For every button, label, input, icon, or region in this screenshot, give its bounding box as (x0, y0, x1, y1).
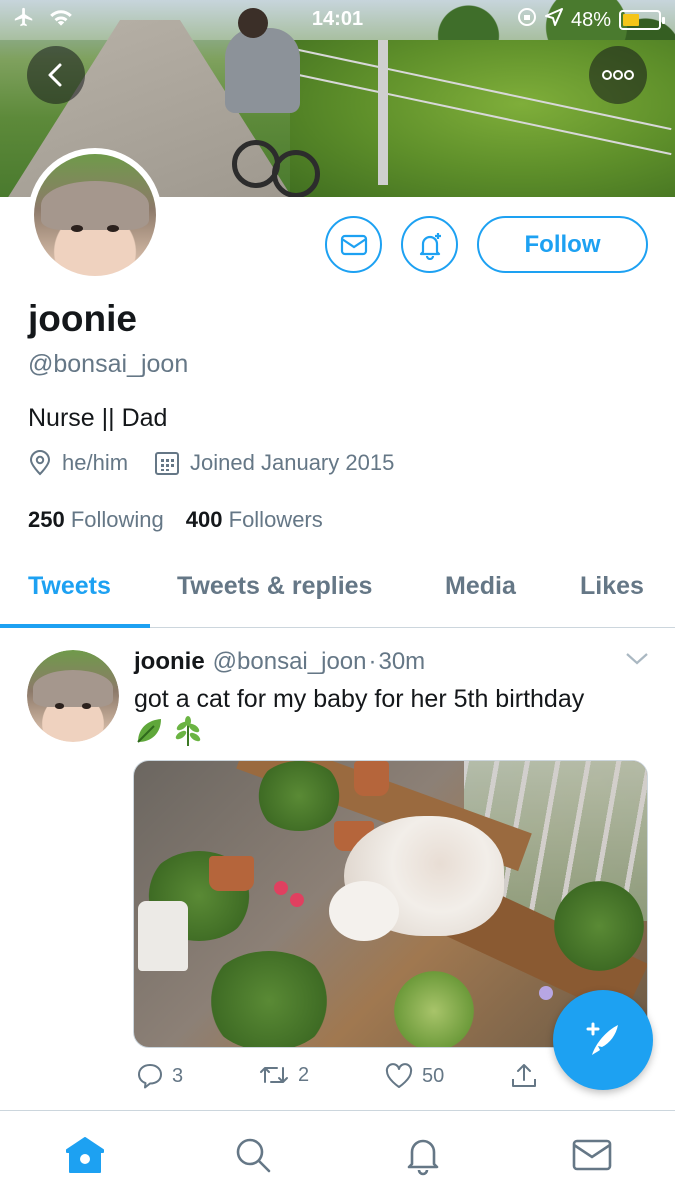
tweet-author-name[interactable]: joonie (134, 648, 205, 676)
banner-bike-wheel (272, 150, 320, 197)
more-options-button[interactable] (589, 46, 647, 104)
notifications-toggle-button[interactable] (401, 216, 458, 273)
tweet-separator: · (368, 648, 377, 675)
photo-pot (209, 856, 254, 891)
share-icon (512, 1064, 536, 1087)
battery-icon (619, 10, 665, 30)
herb-icon (172, 716, 204, 753)
reply-icon (138, 1064, 162, 1089)
message-button[interactable] (325, 216, 382, 273)
profile-avatar[interactable] (28, 148, 162, 282)
notifications-icon (407, 1139, 439, 1176)
chevron-down-icon (626, 653, 648, 665)
profile-tabs: Tweets Tweets & replies Media Likes (0, 560, 675, 628)
chevron-left-icon (48, 63, 62, 87)
share-button[interactable] (510, 1062, 538, 1090)
battery-percent: 48% (570, 8, 611, 31)
profile-joined: Joined January 2015 (154, 450, 394, 476)
followers-count: 400 (185, 507, 223, 532)
profile-pronouns: he/him (62, 450, 129, 475)
profile-handle: @bonsai_joon (28, 350, 189, 378)
search-icon (236, 1138, 271, 1173)
profile-meta: he/him Joined January 2015 (28, 450, 420, 476)
tab-active-indicator (0, 624, 150, 628)
calendar-icon (155, 452, 180, 475)
photo-flower (290, 893, 304, 907)
banner-cyclist (225, 28, 300, 113)
envelope-icon (340, 234, 367, 255)
back-button[interactable] (27, 46, 85, 104)
retweet-button[interactable]: 2 (258, 1062, 309, 1088)
more-dots-icon (602, 70, 634, 80)
like-button[interactable]: 50 (384, 1062, 444, 1090)
tweet-menu-button[interactable] (625, 652, 649, 671)
following-label: Following (70, 507, 164, 532)
compose-tweet-icon (586, 1022, 618, 1055)
bell-plus-icon (419, 232, 441, 260)
retweet-count: 2 (298, 1063, 310, 1086)
nav-search[interactable] (229, 1131, 277, 1179)
followers-link[interactable]: 400 Followers (186, 507, 323, 533)
leaf-icon (134, 716, 164, 753)
like-count: 50 (422, 1064, 445, 1087)
messages-icon (572, 1139, 612, 1171)
nav-messages[interactable] (568, 1131, 616, 1179)
bottom-navigation (0, 1110, 675, 1200)
nav-notifications[interactable] (399, 1131, 447, 1179)
tweet-author-handle: @bonsai_joon (212, 648, 367, 675)
profile-bio: Nurse || Dad (28, 404, 168, 432)
tweet-avatar[interactable] (27, 650, 119, 742)
tab-media[interactable]: Media (445, 572, 516, 601)
photo-lantern (138, 901, 188, 971)
avatar-image (27, 650, 119, 742)
tweet-text: got a cat for my baby for her 5th birthd… (134, 685, 585, 713)
status-right: 48% (517, 7, 665, 33)
tweet-emojis (134, 716, 204, 753)
followers-label: Followers (228, 507, 323, 532)
follow-button[interactable]: Follow (477, 216, 648, 273)
profile-location: he/him (28, 450, 128, 476)
retweet-icon (260, 1067, 288, 1083)
tab-tweets-replies[interactable]: Tweets & replies (177, 572, 372, 601)
tweet-time: 30m (378, 648, 426, 675)
heart-icon (385, 1063, 413, 1088)
following-count: 250 (28, 507, 65, 532)
profile-joined-date: Joined January 2015 (190, 450, 395, 475)
banner-fence-post (378, 40, 388, 185)
location-pin-icon (29, 450, 51, 476)
photo-flower (274, 881, 288, 895)
photo-flower (539, 986, 553, 1000)
follow-counts: 250 Following 400 Followers (28, 507, 323, 533)
tweet-header: joonie @bonsai_joon · 30m (134, 648, 425, 676)
reply-button[interactable]: 3 (136, 1062, 183, 1090)
compose-tweet-button[interactable] (553, 990, 653, 1090)
orientation-lock-icon (517, 7, 537, 33)
status-bar: 14:01 48% (0, 0, 675, 38)
avatar-image (34, 154, 156, 276)
following-link[interactable]: 250 Following (28, 507, 164, 533)
photo-plant (394, 971, 474, 1047)
photo-cat-head (329, 881, 399, 941)
home-icon (66, 1137, 104, 1173)
profile-display-name: joonie (28, 298, 137, 339)
location-icon (544, 8, 563, 32)
photo-plant (204, 951, 334, 1047)
photo-pot (354, 761, 389, 796)
tab-likes[interactable]: Likes (580, 572, 644, 601)
nav-home[interactable] (61, 1131, 109, 1179)
photo-plant (554, 881, 644, 971)
photo-plant (254, 761, 344, 831)
reply-count: 3 (172, 1064, 184, 1087)
tweet-actions: 3 2 50 (134, 1062, 634, 1102)
tab-tweets[interactable]: Tweets (28, 572, 111, 601)
